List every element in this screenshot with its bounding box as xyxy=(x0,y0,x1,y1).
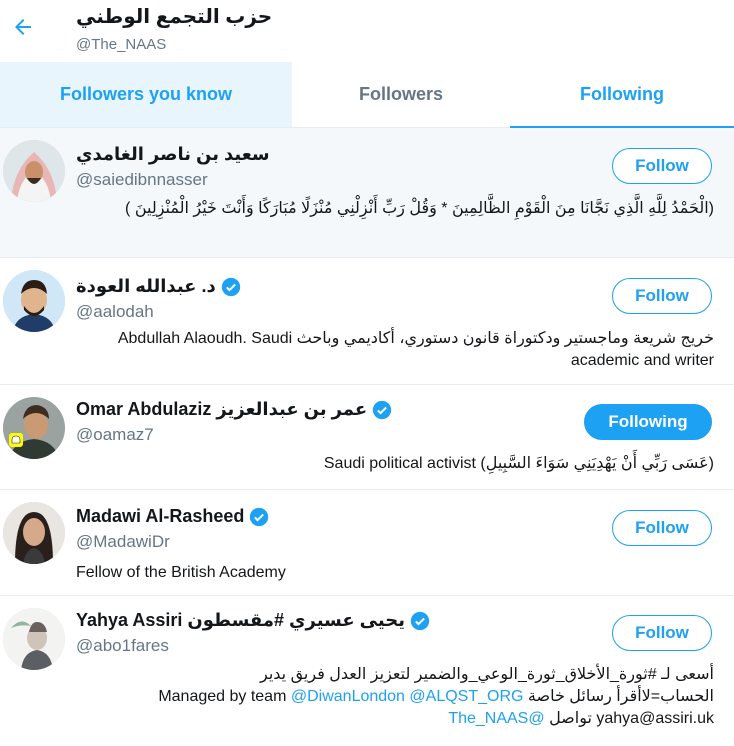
verified-badge-icon xyxy=(221,277,241,297)
user-bio: Fellow of the British Academy xyxy=(76,564,286,581)
tab-bar: Followers you know Followers Following xyxy=(0,62,734,128)
user-handle[interactable]: @MadawiDr xyxy=(76,532,170,552)
profile-header: حزب التجمع الوطني @The_NAAS xyxy=(0,0,734,62)
mention-link[interactable]: @The_NAAS xyxy=(448,710,544,727)
user-row[interactable]: د. عبدالله العودة @aalodah خريج شريعة وم… xyxy=(0,258,734,385)
verified-badge-icon xyxy=(410,611,430,631)
bio-line: yahya@assiri.uk تواصل @The_NAAS xyxy=(76,708,714,730)
user-handle[interactable]: @oamaz7 xyxy=(76,425,154,445)
avatar[interactable] xyxy=(3,397,65,459)
user-bio: (عَسَى رَبِّي أَنْ يَهْدِيَنِي سَوَاءَ ا… xyxy=(323,455,714,472)
avatar[interactable] xyxy=(3,140,65,202)
user-row[interactable]: Madawi Al-Rasheed @MadawiDr Fellow of th… xyxy=(0,490,734,596)
page-handle: @The_NAAS xyxy=(76,36,167,53)
page-title: حزب التجمع الوطني xyxy=(76,6,273,28)
user-name-line[interactable]: Madawi Al-Rasheed xyxy=(76,506,269,527)
follow-button[interactable]: Follow xyxy=(612,510,712,546)
user-name: Madawi Al-Rasheed xyxy=(76,506,245,526)
user-name-line[interactable]: Omar Abdulaziz عمر بن عبدالعزيز xyxy=(76,399,392,420)
user-handle[interactable]: @aalodah xyxy=(76,302,154,322)
tab-followers[interactable]: Followers xyxy=(292,62,510,127)
arrow-left-icon[interactable] xyxy=(8,12,38,42)
user-bio: (الْحَمْدُ لِلَّهِ الَّذِي نَجَّانَا مِن… xyxy=(125,200,714,217)
follow-button[interactable]: Follow xyxy=(612,615,712,651)
avatar[interactable] xyxy=(3,270,65,332)
user-row[interactable]: Omar Abdulaziz عمر بن عبدالعزيز @oamaz7 … xyxy=(0,385,734,490)
user-bio: أسعى لـ #ثورة_الأخلاق_ثورة_الوعي_والضمير… xyxy=(76,664,714,730)
avatar[interactable] xyxy=(3,608,65,670)
bio-text: yahya@assiri.uk تواصل xyxy=(549,710,714,727)
follow-button[interactable]: Follow xyxy=(612,148,712,184)
verified-badge-icon xyxy=(372,400,392,420)
bio-line: الحساب=لاأقرأ رسائل خاصة Managed by team… xyxy=(76,686,714,708)
verified-badge-icon xyxy=(249,507,269,527)
following-button[interactable]: Following xyxy=(584,404,712,440)
tab-following[interactable]: Following xyxy=(510,62,734,128)
user-name: Yahya Assiri يحيى عسيري #مقسطون xyxy=(76,610,405,630)
user-name: د. عبدالله العودة xyxy=(76,276,216,296)
user-handle[interactable]: @saiedibnnasser xyxy=(76,170,208,190)
follow-button[interactable]: Follow xyxy=(612,278,712,314)
bio-line: أسعى لـ #ثورة_الأخلاق_ثورة_الوعي_والضمير… xyxy=(259,666,714,683)
user-row[interactable]: سعيد بن ناصر الغامدي @saiedibnnasser (ال… xyxy=(0,128,734,258)
user-name-line[interactable]: Yahya Assiri يحيى عسيري #مقسطون xyxy=(76,610,430,631)
user-name[interactable]: سعيد بن ناصر الغامدي xyxy=(76,144,270,165)
user-handle[interactable]: @abo1fares xyxy=(76,636,169,656)
user-name: Omar Abdulaziz عمر بن عبدالعزيز xyxy=(76,399,368,419)
user-row[interactable]: Yahya Assiri يحيى عسيري #مقسطون @abo1far… xyxy=(0,596,734,746)
user-list: سعيد بن ناصر الغامدي @saiedibnnasser (ال… xyxy=(0,128,734,746)
user-bio: خريج شريعة وماجستير ودكتوراة قانون دستور… xyxy=(117,330,714,369)
mention-link[interactable]: @DiwanLondon @ALQST_ORG xyxy=(291,688,524,705)
avatar[interactable] xyxy=(3,502,65,564)
user-name-line[interactable]: د. عبدالله العودة xyxy=(76,276,241,297)
tab-followers-you-know[interactable]: Followers you know xyxy=(0,62,292,127)
